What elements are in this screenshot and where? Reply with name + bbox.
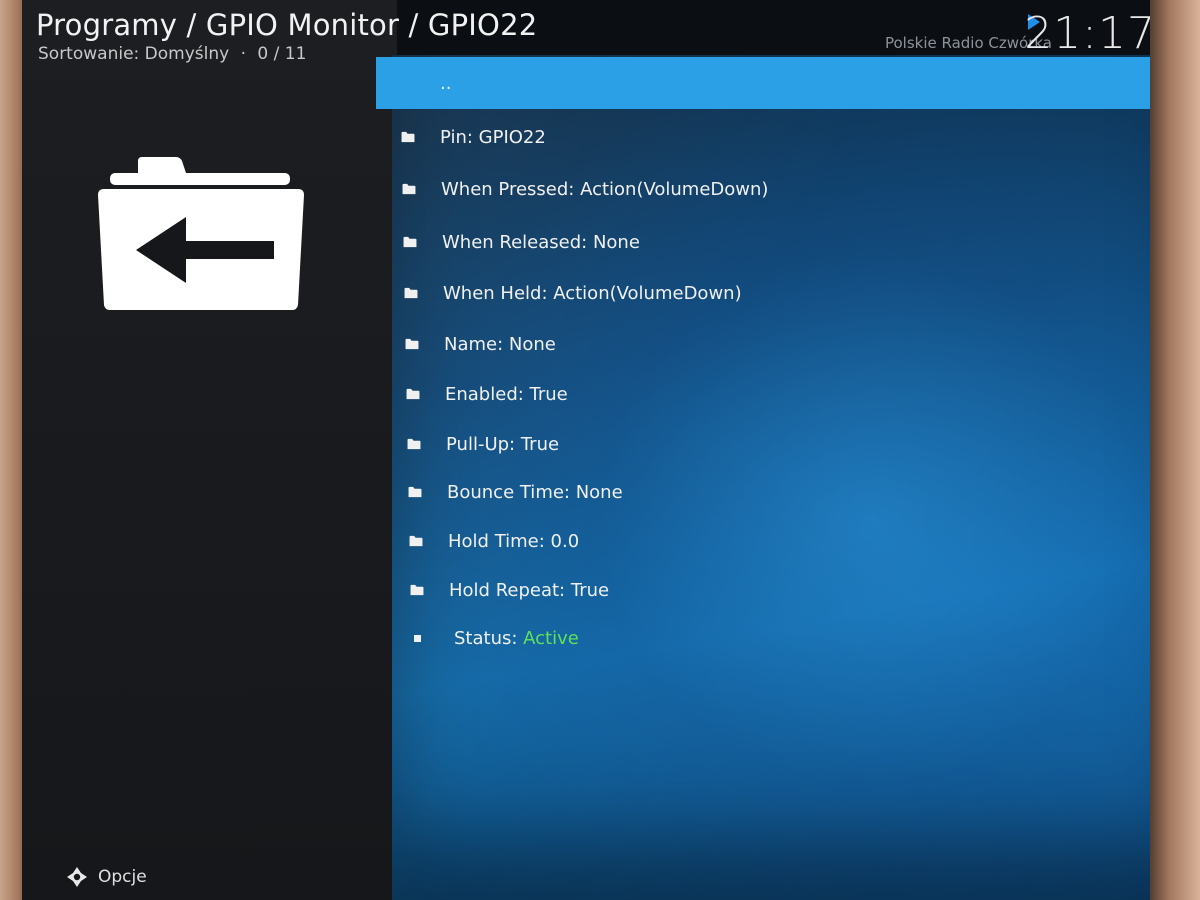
options-label: Opcje	[98, 867, 147, 887]
list-item[interactable]: Hold Time: 0.0	[376, 516, 1150, 566]
list-item[interactable]: Enabled: True	[376, 369, 1150, 419]
list-item[interactable]: Bounce Time: None	[376, 467, 1150, 517]
options-button[interactable]: Opcje	[66, 866, 147, 888]
sort-label: Sortowanie: Domyślny	[38, 44, 230, 64]
left-pane	[22, 0, 397, 900]
folder-icon	[410, 584, 424, 596]
sort-info: Sortowanie: Domyślny · 0 / 11	[38, 44, 306, 64]
status-label: Status:	[454, 627, 524, 649]
folder-icon	[401, 131, 415, 143]
folder-icon	[402, 183, 416, 195]
list-item-label: When Released: None	[442, 231, 640, 253]
list-item[interactable]: When Pressed: Action(VolumeDown)	[376, 164, 1150, 214]
list-item[interactable]: When Released: None	[376, 217, 1150, 267]
page-title: Programy / GPIO Monitor / GPIO22	[36, 8, 538, 42]
list-item[interactable]: Hold Repeat: True	[376, 565, 1150, 615]
list-item-parent[interactable]: ..	[376, 57, 1150, 109]
folder-icon	[403, 236, 417, 248]
sort-separator: ·	[240, 44, 246, 64]
list-item[interactable]: Name: None	[376, 319, 1150, 369]
folder-icon	[409, 535, 423, 547]
folder-icon	[406, 388, 420, 400]
list-item-label: Enabled: True	[445, 383, 568, 405]
bullet-icon	[414, 634, 421, 642]
list-item-label: When Held: Action(VolumeDown)	[443, 282, 742, 304]
list-item-label: Pull-Up: True	[446, 433, 560, 455]
list-item-label: Pin: GPIO22	[440, 126, 546, 148]
list-item[interactable]: Pin: GPIO22	[376, 112, 1150, 162]
folder-icon	[405, 338, 419, 350]
list-item-label: Name: None	[444, 333, 556, 355]
list-item[interactable]: When Held: Action(VolumeDown)	[376, 268, 1150, 318]
list-item[interactable]: Pull-Up: True	[376, 419, 1150, 469]
folder-back-icon	[98, 157, 304, 310]
list-item-label: Hold Repeat: True	[449, 579, 610, 601]
list-item-label: Hold Time: 0.0	[448, 530, 580, 552]
item-position: 0 / 11	[257, 44, 307, 64]
clock: 21:17	[1024, 8, 1150, 59]
folder-icon	[408, 486, 422, 498]
list-item-label: ..	[440, 72, 452, 94]
list-item-status[interactable]: Status: Active	[376, 613, 1150, 663]
list-item-label: When Pressed: Action(VolumeDown)	[441, 178, 769, 200]
folder-icon	[404, 287, 418, 299]
list-item-label: Bounce Time: None	[447, 481, 623, 503]
folder-icon	[407, 438, 421, 450]
kodi-screen: Programy / GPIO Monitor / GPIO22 Sortowa…	[22, 0, 1150, 900]
options-icon	[67, 867, 87, 887]
status-value: Active	[523, 627, 579, 649]
